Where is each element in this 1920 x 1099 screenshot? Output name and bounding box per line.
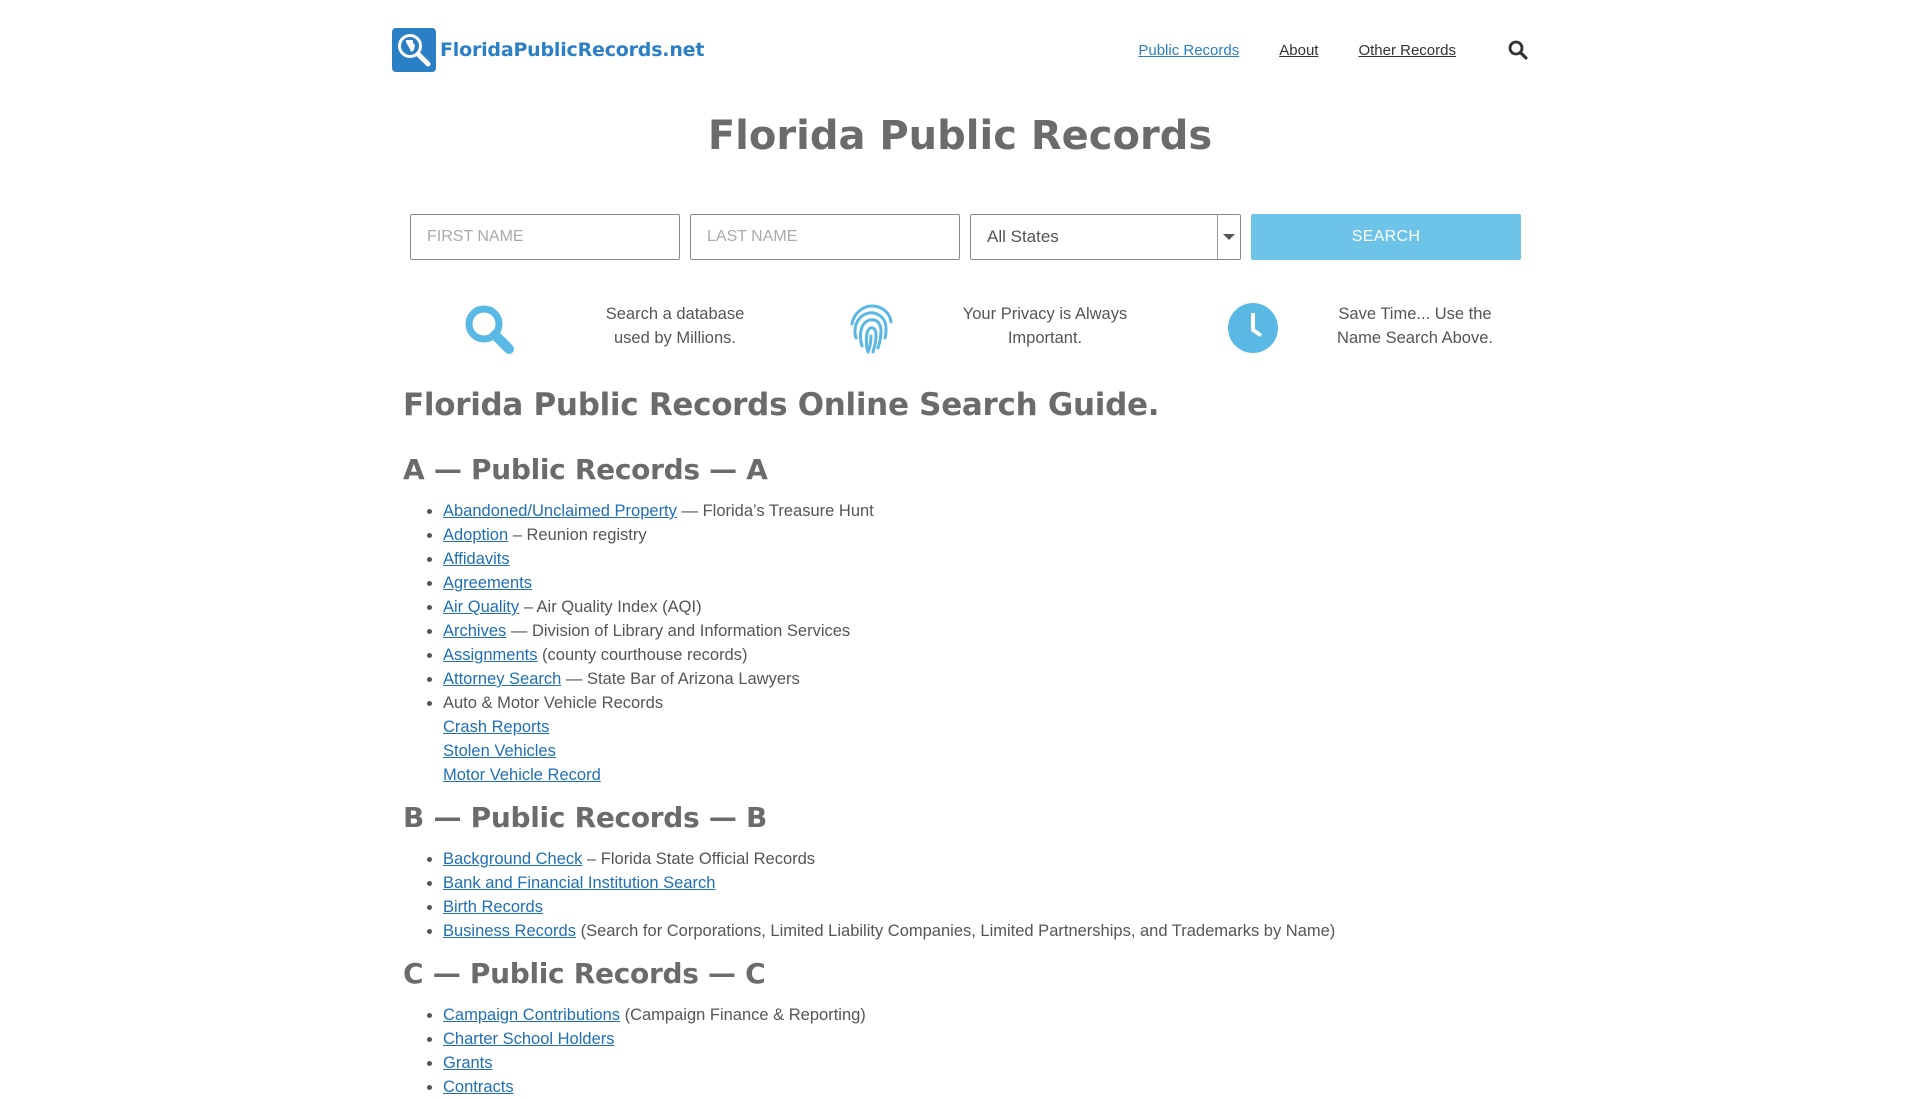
nav-about[interactable]: About bbox=[1279, 42, 1318, 59]
link-grants[interactable]: Grants bbox=[443, 1054, 493, 1072]
link-archives[interactable]: Archives bbox=[443, 622, 506, 640]
section-b-list: Background Check – Florida State Officia… bbox=[403, 847, 1528, 943]
link-business-records[interactable]: Business Records bbox=[443, 922, 576, 940]
link-affidavits[interactable]: Affidavits bbox=[443, 550, 510, 568]
list-item: Crash Reports bbox=[443, 715, 1528, 739]
fingerprint-icon bbox=[844, 302, 898, 360]
magnifier-florida-logo-icon bbox=[392, 28, 436, 72]
feature-privacy: Your Privacy is Always Important. bbox=[780, 300, 1160, 360]
list-item: Archives — Division of Library and Infor… bbox=[443, 619, 1528, 643]
list-item: Motor Vehicle Record bbox=[443, 763, 1528, 787]
site-logo[interactable]: FloridaPublicRecords.net bbox=[392, 28, 704, 72]
link-crash-reports[interactable]: Crash Reports bbox=[443, 718, 549, 736]
list-item: Background Check – Florida State Officia… bbox=[443, 847, 1528, 871]
list-item: Bank and Financial Institution Search bbox=[443, 871, 1528, 895]
list-item: Stolen Vehicles bbox=[443, 739, 1528, 763]
list-item: Adoption – Reunion registry bbox=[443, 523, 1528, 547]
link-adoption[interactable]: Adoption bbox=[443, 526, 508, 544]
page-title: Florida Public Records bbox=[707, 113, 1213, 159]
auto-records-sublist: Crash Reports Stolen Vehicles Motor Vehi… bbox=[443, 715, 1528, 787]
section-heading-c: C — Public Records — C bbox=[403, 957, 766, 990]
main-content: Florida Public Records Online Search Gui… bbox=[403, 380, 1528, 1099]
list-item: Auto & Motor Vehicle Records Crash Repor… bbox=[443, 691, 1528, 787]
site-header: FloridaPublicRecords.net Public Records … bbox=[392, 28, 1528, 74]
link-assignments[interactable]: Assignments bbox=[443, 646, 537, 664]
list-item: Abandoned/Unclaimed Property — Florida’s… bbox=[443, 499, 1528, 523]
link-birth-records[interactable]: Birth Records bbox=[443, 898, 543, 916]
state-select[interactable]: All States bbox=[970, 214, 1241, 260]
link-agreements[interactable]: Agreements bbox=[443, 574, 532, 592]
list-item: Affidavits bbox=[443, 547, 1528, 571]
list-item: Contracts bbox=[443, 1075, 1528, 1099]
features-row: Search a database used by Millions. Your… bbox=[400, 300, 1530, 360]
link-air-quality[interactable]: Air Quality bbox=[443, 598, 519, 616]
link-background-check[interactable]: Background Check bbox=[443, 850, 582, 868]
link-charter-school-holders[interactable]: Charter School Holders bbox=[443, 1030, 615, 1048]
main-nav: Public Records About Other Records bbox=[1098, 28, 1528, 72]
clock-icon bbox=[1227, 302, 1279, 358]
list-item: Air Quality – Air Quality Index (AQI) bbox=[443, 595, 1528, 619]
search-icon[interactable] bbox=[1508, 40, 1528, 60]
list-item: Business Records (Search for Corporation… bbox=[443, 919, 1528, 943]
link-stolen-vehicles[interactable]: Stolen Vehicles bbox=[443, 742, 556, 760]
logo-text: FloridaPublicRecords.net bbox=[440, 39, 705, 61]
list-item: Birth Records bbox=[443, 895, 1528, 919]
link-motor-vehicle-record[interactable]: Motor Vehicle Record bbox=[443, 766, 601, 784]
last-name-input[interactable] bbox=[690, 214, 960, 260]
chevron-down-icon bbox=[1217, 215, 1240, 259]
feature-database-text: Search a database used by Millions. bbox=[605, 305, 745, 347]
list-item: Grants bbox=[443, 1051, 1528, 1075]
nav-other-records[interactable]: Other Records bbox=[1358, 42, 1456, 59]
list-item: Assignments (county courthouse records) bbox=[443, 643, 1528, 667]
list-item: Charter School Holders bbox=[443, 1027, 1528, 1051]
name-search-form: All States SEARCH bbox=[410, 214, 1521, 260]
first-name-input[interactable] bbox=[410, 214, 680, 260]
list-item: Attorney Search — State Bar of Arizona L… bbox=[443, 667, 1528, 691]
feature-database: Search a database used by Millions. bbox=[400, 300, 780, 360]
link-campaign-contributions[interactable]: Campaign Contributions bbox=[443, 1006, 620, 1024]
feature-privacy-text: Your Privacy is Always Important. bbox=[962, 305, 1128, 347]
list-item: Agreements bbox=[443, 571, 1528, 595]
state-select-value: All States bbox=[987, 227, 1059, 246]
guide-title: Florida Public Records Online Search Gui… bbox=[403, 387, 1160, 423]
link-contracts[interactable]: Contracts bbox=[443, 1078, 514, 1096]
search-button[interactable]: SEARCH bbox=[1251, 214, 1521, 260]
link-attorney-search[interactable]: Attorney Search bbox=[443, 670, 561, 688]
section-heading-a: A — Public Records — A bbox=[403, 453, 768, 486]
nav-public-records[interactable]: Public Records bbox=[1138, 42, 1239, 59]
feature-save-time-text: Save Time... Use the Name Search Above. bbox=[1337, 305, 1493, 347]
list-item: Campaign Contributions (Campaign Finance… bbox=[443, 1003, 1528, 1027]
section-heading-b: B — Public Records — B bbox=[403, 801, 768, 834]
search-icon bbox=[462, 302, 516, 360]
section-a-list: Abandoned/Unclaimed Property — Florida’s… bbox=[403, 499, 1528, 787]
link-bank-search[interactable]: Bank and Financial Institution Search bbox=[443, 874, 715, 892]
auto-records-label: Auto & Motor Vehicle Records bbox=[443, 694, 664, 712]
link-abandoned-property[interactable]: Abandoned/Unclaimed Property bbox=[443, 502, 677, 520]
section-c-list: Campaign Contributions (Campaign Finance… bbox=[403, 1003, 1528, 1099]
feature-save-time: Save Time... Use the Name Search Above. bbox=[1160, 300, 1540, 360]
